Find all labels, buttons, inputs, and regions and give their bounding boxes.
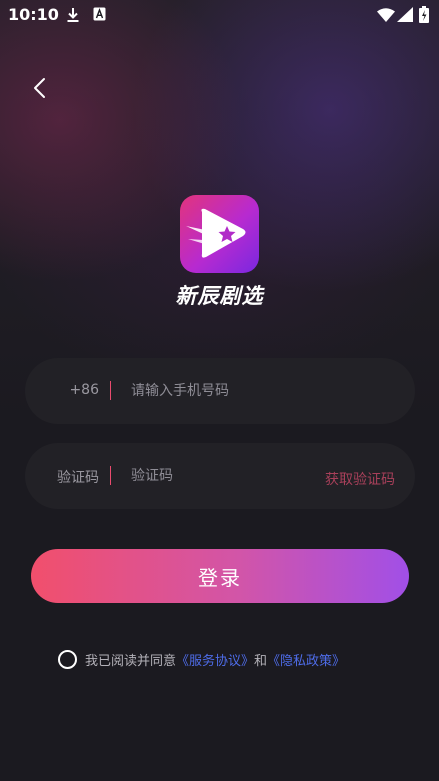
code-input[interactable] (131, 463, 311, 489)
privacy-policy-link[interactable]: 《隐私政策》 (267, 650, 345, 669)
phone-input[interactable] (131, 378, 311, 404)
country-code[interactable]: +86 (25, 382, 99, 398)
field-divider (110, 381, 111, 400)
agreement-prefix: 我已阅读并同意 (85, 653, 177, 669)
verification-field: 验证码 获取验证码 (25, 443, 415, 509)
agreement-and: 和 (254, 653, 268, 669)
status-bar: 10:10 (0, 0, 439, 30)
download-icon (67, 8, 79, 22)
field-divider (110, 466, 111, 485)
app-logo (180, 195, 259, 273)
code-label: 验证码 (57, 470, 99, 486)
chevron-left-icon (34, 78, 45, 98)
a-notification-icon (93, 7, 106, 21)
battery-icon (419, 6, 429, 23)
agree-checkbox[interactable] (58, 649, 77, 669)
play-star-logo-icon (186, 208, 246, 258)
wifi-icon (377, 8, 395, 22)
service-agreement-link[interactable]: 《服务协议》 (176, 650, 254, 669)
phone-field: +86 (25, 358, 415, 424)
login-button[interactable]: 登录 (31, 549, 409, 603)
status-time: 10:10 (8, 5, 59, 24)
back-button[interactable] (26, 74, 56, 104)
login-label: 登录 (198, 565, 242, 590)
agreement: 我已阅读并同意 《服务协议》 和 《隐私政策》 (58, 648, 345, 670)
app-name: 新辰剧选 (175, 284, 264, 308)
get-code-button[interactable]: 获取验证码 (325, 469, 395, 489)
signal-icon (397, 7, 413, 22)
